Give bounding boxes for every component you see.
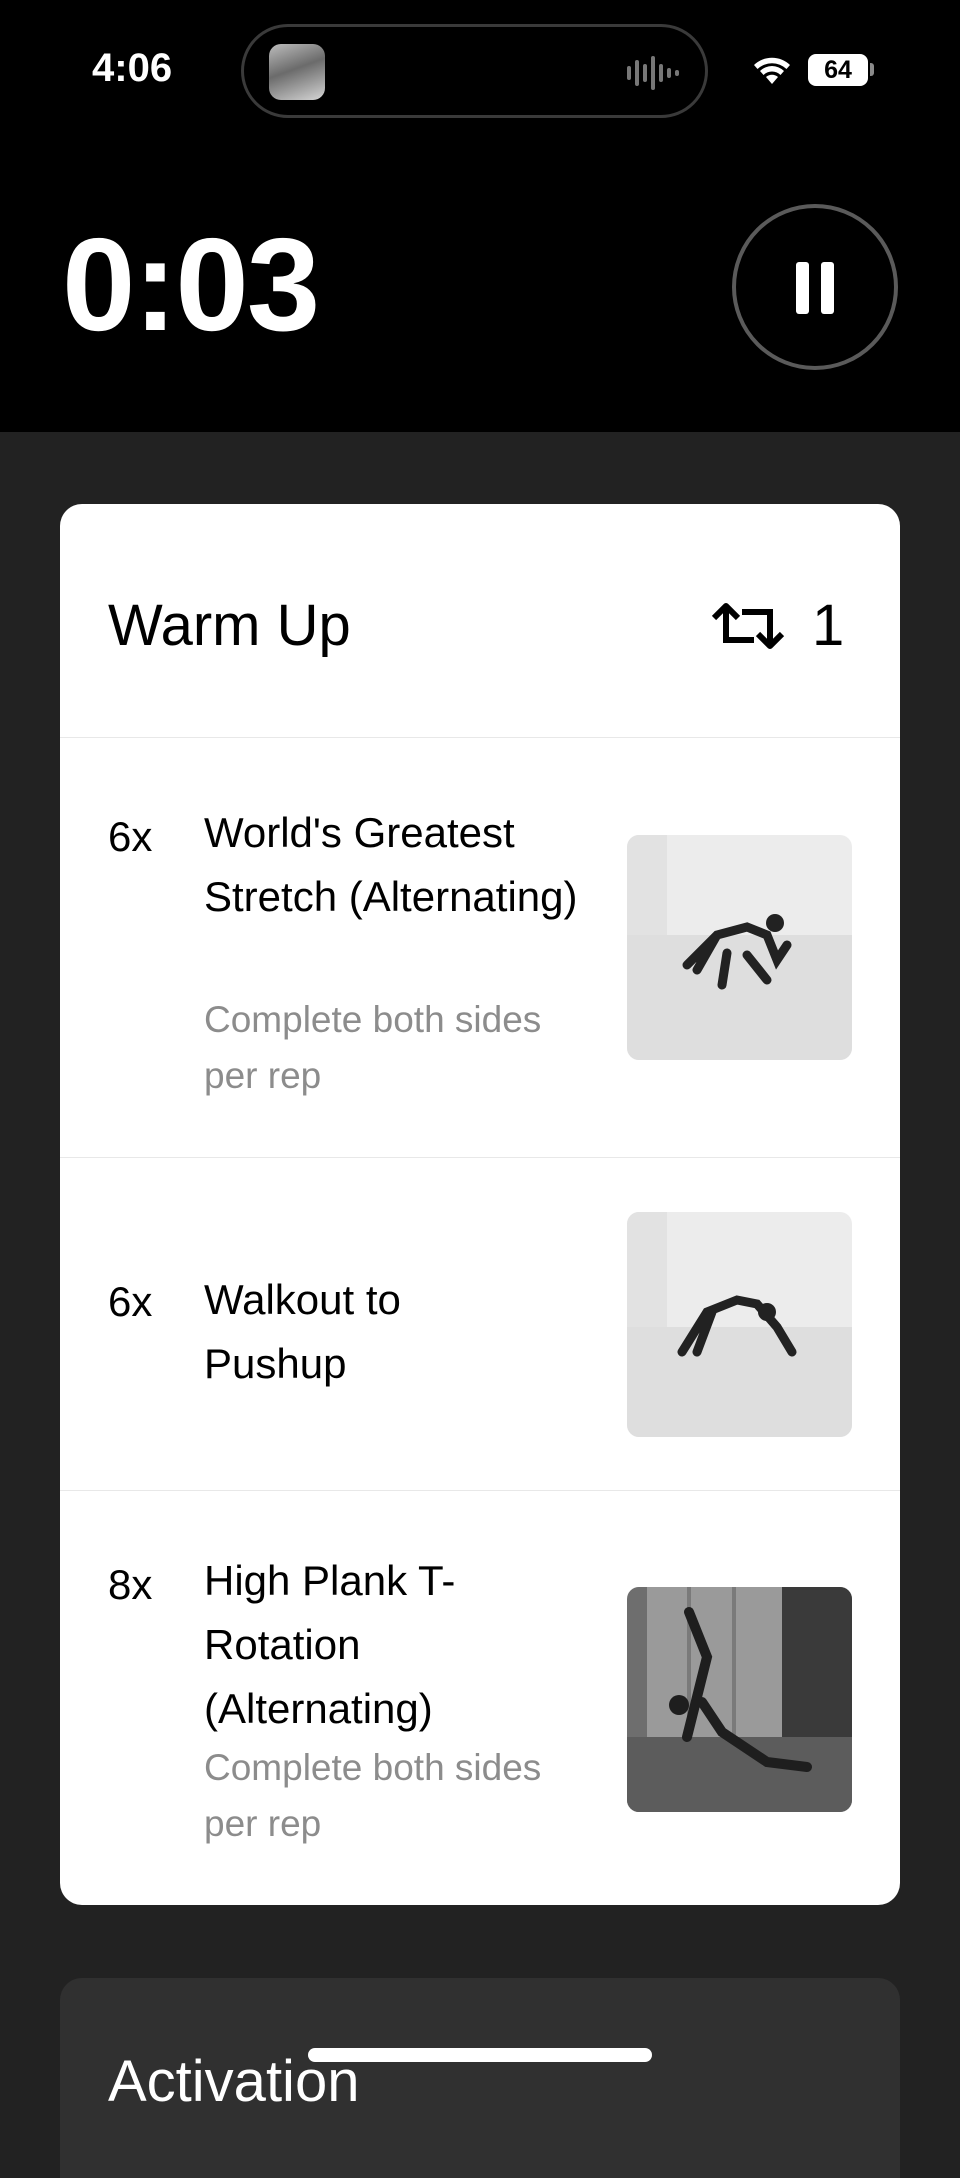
audio-waveform-icon: [627, 56, 679, 90]
next-section-card[interactable]: Activation: [60, 1978, 900, 2178]
home-indicator[interactable]: [308, 2048, 652, 2062]
exercise-thumbnail[interactable]: [627, 1587, 852, 1812]
exercise-row[interactable]: 6x World's Greatest Stretch (Alternating…: [60, 738, 900, 1158]
exercise-note: Complete both sides per rep: [204, 999, 542, 1096]
section-header: Warm Up 1: [60, 504, 900, 738]
exercise-row[interactable]: 8x High Plank T-Rotation (Alternating) C…: [60, 1491, 900, 1905]
exercise-name: High Plank T-Rotation (Alternating): [204, 1557, 456, 1732]
exercise-reps: 8x: [108, 1561, 153, 1608]
exercise-thumbnail[interactable]: [627, 1212, 852, 1437]
exercise-row[interactable]: 6x Walkout to Pushup: [60, 1158, 900, 1491]
pause-button[interactable]: [732, 204, 898, 370]
wifi-icon: [754, 57, 790, 84]
workout-timer: 0:03: [62, 211, 320, 358]
pause-icon: [796, 262, 809, 314]
rounds-count: 1: [812, 593, 845, 658]
battery-level: 64: [808, 54, 868, 86]
status-time: 4:06: [92, 46, 173, 90]
exercise-thumbnail[interactable]: [627, 835, 852, 1060]
exercise-note: Complete both sides per rep: [204, 1747, 542, 1844]
dynamic-island[interactable]: [241, 24, 708, 118]
pause-icon-bar: [821, 262, 834, 314]
now-playing-artwork: [269, 44, 325, 100]
battery-nub: [870, 63, 874, 76]
section-title: Warm Up: [108, 593, 351, 658]
section-card: Warm Up 1 6x World's Greatest Stretch (A…: [60, 504, 900, 1905]
exercise-name: Walkout to Pushup: [204, 1276, 401, 1387]
exercise-reps: 6x: [108, 813, 153, 860]
exercise-reps: 6x: [108, 1278, 153, 1325]
header: 4:06 64 0:03: [0, 0, 960, 432]
exercise-name: World's Greatest Stretch (Alternating): [204, 809, 578, 920]
repeat-icon: [711, 603, 785, 649]
